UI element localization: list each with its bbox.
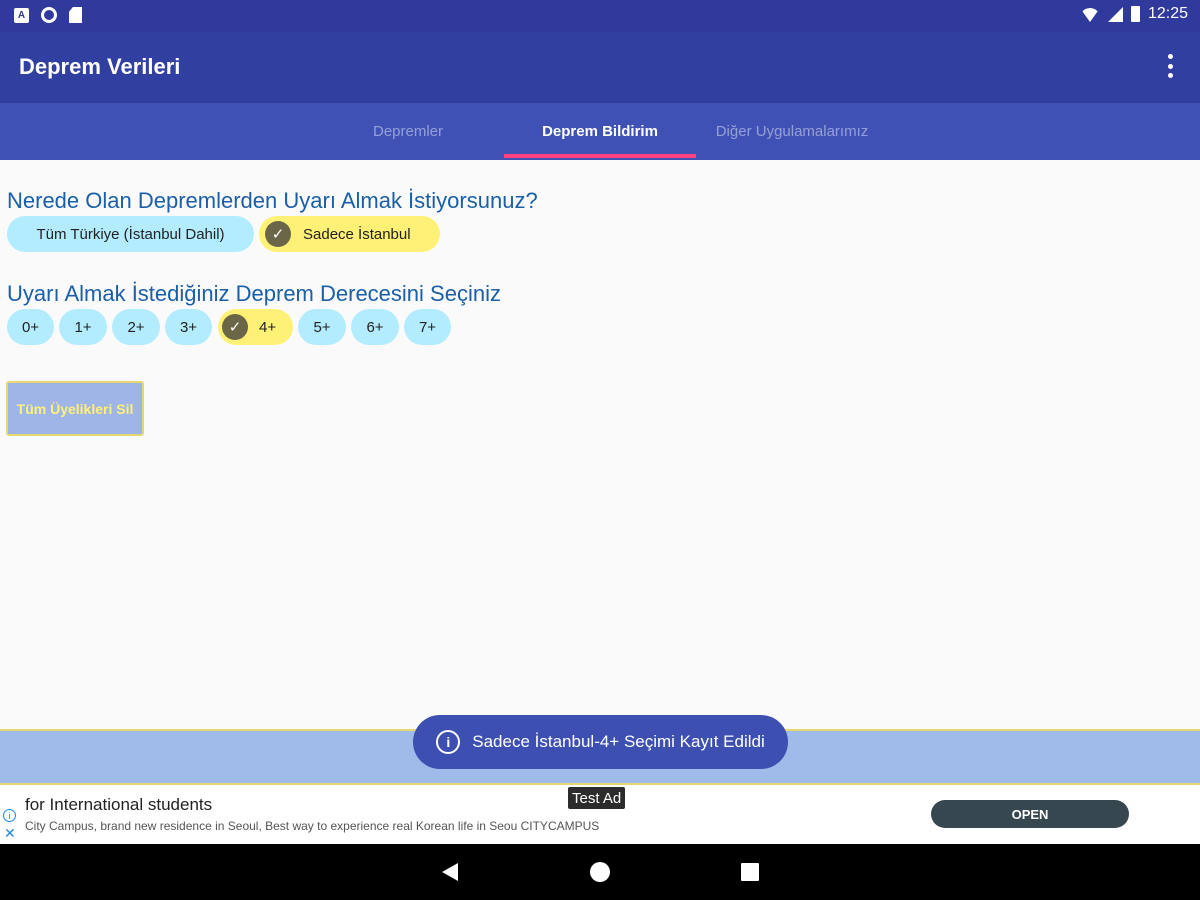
app-bar: Deprem Verileri (0, 32, 1200, 103)
ad-banner[interactable]: Test Ad i ✕ for International students C… (0, 785, 1200, 844)
chip-label: 7+ (418, 318, 437, 336)
chip-label: 4+ (259, 318, 277, 336)
recent-apps-icon[interactable] (741, 863, 759, 881)
wifi-icon (1079, 8, 1100, 22)
ad-info-icon[interactable]: i (3, 809, 16, 822)
app-notification-icon: A (14, 7, 29, 23)
chip-magnitude-5[interactable]: 5+ (298, 309, 346, 345)
chip-label: 6+ (366, 318, 384, 336)
chip-magnitude-6[interactable]: 6+ (351, 309, 399, 345)
home-icon[interactable] (590, 862, 610, 882)
chip-tum-turkiye[interactable]: Tüm Türkiye (İstanbul Dahil) (7, 216, 254, 252)
magnitude-question: Uyarı Almak İstediğiniz Deprem Derecesin… (7, 281, 501, 306)
chip-magnitude-3[interactable]: 3+ (165, 309, 212, 345)
toast-message: Sadece İstanbul-4+ Seçimi Kayıt Edildi (472, 732, 765, 751)
ad-headline: for International students (25, 795, 213, 814)
check-icon: ✓ (265, 221, 291, 247)
info-icon: i (436, 730, 461, 754)
back-icon[interactable] (442, 863, 458, 881)
chip-label: 3+ (179, 318, 198, 336)
ad-open-button[interactable]: OPEN (931, 800, 1129, 828)
clock: 12:25 (1147, 5, 1188, 22)
chip-magnitude-1[interactable]: 1+ (59, 309, 107, 345)
ad-body: City Campus, brand new residence in Seou… (25, 819, 600, 833)
chip-magnitude-4[interactable]: ✓ 4+ (218, 309, 293, 345)
test-ad-badge: Test Ad (568, 787, 626, 809)
delete-all-subscriptions-button[interactable]: Tüm Üyelikleri Sil (6, 381, 144, 436)
chip-magnitude-2[interactable]: 2+ (112, 309, 160, 345)
chip-label: 1+ (74, 318, 92, 336)
sd-card-icon (69, 7, 82, 23)
location-question: Nerede Olan Depremlerden Uyarı Almak İst… (7, 188, 538, 213)
ad-close-icon[interactable]: ✕ (4, 825, 16, 842)
tab-depremler[interactable]: Depremler (312, 103, 504, 160)
check-icon: ✓ (222, 314, 248, 340)
chip-magnitude-0[interactable]: 0+ (7, 309, 54, 345)
chip-label: 5+ (313, 318, 331, 336)
chip-magnitude-7[interactable]: 7+ (404, 309, 451, 345)
tab-diger-uygulamalar[interactable]: Diğer Uygulamalarımız (696, 103, 888, 160)
status-bar: A 12:25 (0, 0, 1200, 32)
tab-deprem-bildirim[interactable]: Deprem Bildirim (504, 103, 696, 160)
sync-notification-icon (41, 7, 57, 23)
chip-label: Tüm Türkiye (İstanbul Dahil) (36, 225, 225, 243)
overflow-menu-icon[interactable] (1166, 54, 1174, 78)
chip-label: 2+ (127, 318, 145, 336)
navigation-bar (0, 844, 1200, 900)
app-title: Deprem Verileri (19, 54, 181, 79)
toast: i Sadece İstanbul-4+ Seçimi Kayıt Edildi (413, 715, 788, 769)
tab-indicator (504, 154, 696, 158)
chip-label: Sadece İstanbul (303, 225, 411, 243)
notification-icons: A (14, 7, 82, 23)
system-icons: 12:25 (1079, 5, 1188, 23)
tab-bar: Depremler Deprem Bildirim Diğer Uygulama… (0, 103, 1200, 160)
battery-icon (1130, 6, 1140, 22)
signal-icon (1107, 6, 1123, 22)
chip-label: 0+ (21, 318, 40, 336)
chip-sadece-istanbul[interactable]: ✓ Sadece İstanbul (259, 216, 440, 252)
